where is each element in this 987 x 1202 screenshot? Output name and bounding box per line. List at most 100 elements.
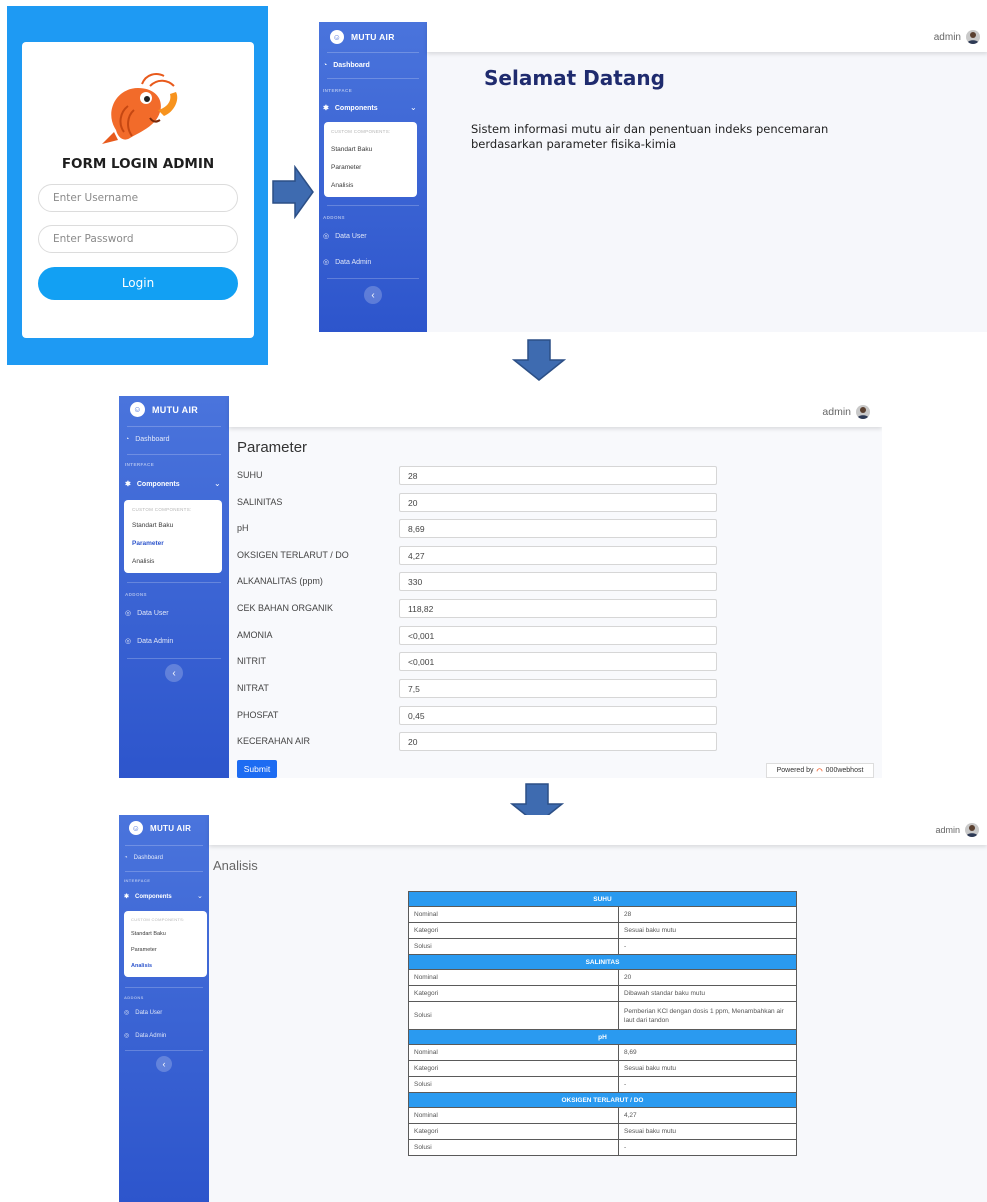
row-value: Sesuai baku mutu [618, 1123, 797, 1140]
form-row: SALINITAS 20 [237, 493, 717, 513]
row-value: Sesuai baku mutu [618, 922, 797, 939]
row-key: Nominal [408, 969, 619, 986]
menu-item-parameter[interactable]: Parameter [131, 947, 157, 953]
bahan-organik-input[interactable]: 118,82 [399, 599, 717, 618]
sidebar-item-label: Dashboard [333, 62, 370, 69]
sidebar-item-data-admin[interactable]: ◎ Data Admin [124, 1032, 166, 1040]
alkanalitas-input[interactable]: 330 [399, 572, 717, 591]
menu-item-analisis[interactable]: Analisis [131, 963, 152, 969]
arrow-down-icon [512, 339, 566, 381]
gear-icon: ✱ [125, 481, 131, 488]
arrow-right-icon [272, 165, 314, 219]
menu-item-parameter[interactable]: Parameter [132, 540, 164, 547]
dashboard-icon: ◔ [124, 855, 128, 861]
sidebar-item-data-user[interactable]: ◎ Data User [323, 232, 367, 241]
eye-icon: ◎ [125, 610, 132, 617]
sidebar-divider [125, 987, 203, 988]
user-avatar-icon[interactable] [965, 823, 979, 837]
eye-icon: ◎ [124, 1010, 130, 1016]
menu-item-analisis[interactable]: Analisis [331, 182, 353, 189]
user-name[interactable]: admin [822, 406, 851, 418]
dashboard-panel: ☺ MUTU AIR ◔ Dashboard INTERFACE ✱ Compo… [319, 22, 987, 332]
oksigen-input[interactable]: 4,27 [399, 546, 717, 565]
password-input[interactable]: Enter Password [38, 225, 238, 253]
table-row: Nominal 4,27 [408, 1107, 797, 1124]
user-name[interactable]: admin [934, 32, 961, 43]
sidebar-toggle-button[interactable]: ‹ [156, 1056, 172, 1072]
row-key: Solusi [408, 1001, 619, 1030]
form-row: pH 8,69 [237, 519, 717, 539]
sidebar-item-dashboard[interactable]: ◔ Dashboard [124, 855, 163, 861]
brand-name: MUTU AIR [351, 32, 395, 42]
login-button[interactable]: Login [38, 267, 238, 300]
menu-item-analisis[interactable]: Analisis [132, 558, 154, 565]
sidebar-item-data-admin[interactable]: ◎ Data Admin [125, 637, 173, 646]
kecerahan-input[interactable]: 20 [399, 732, 717, 751]
suhu-input[interactable]: 28 [399, 466, 717, 485]
menu-item-parameter[interactable]: Parameter [331, 164, 361, 171]
collapse-heading: CUSTOM COMPONENTS: [131, 917, 185, 922]
topbar: admin [427, 22, 987, 52]
welcome-description: Sistem informasi mutu air dan penentuan … [471, 122, 829, 151]
login-title: FORM LOGIN ADMIN [61, 156, 215, 172]
menu-item-standart-baku[interactable]: Standart Baku [131, 931, 166, 937]
sidebar-divider [327, 78, 419, 79]
sidebar-heading-addons: ADDONS [125, 592, 147, 597]
user-avatar-icon[interactable] [966, 30, 980, 44]
field-label: CEK BAHAN ORGANIK [237, 603, 334, 613]
ph-input[interactable]: 8,69 [399, 519, 717, 538]
sidebar-item-components[interactable]: ✱ Components [323, 104, 378, 113]
sidebar-item-data-user[interactable]: ◎ Data User [124, 1009, 163, 1017]
brand[interactable]: ☺ MUTU AIR [330, 30, 395, 44]
phosfat-input[interactable]: 0,45 [399, 706, 717, 725]
form-row: ALKANALITAS (ppm) 330 [237, 572, 717, 592]
menu-item-standart-baku[interactable]: Standart Baku [132, 522, 173, 529]
sidebar-toggle-button[interactable]: ‹ [364, 286, 382, 304]
brand[interactable]: ☺ MUTU AIR [129, 821, 191, 835]
sidebar-item-label: Dashboard [133, 855, 163, 861]
form-row: NITRIT <0,001 [237, 652, 717, 672]
sidebar-toggle-button[interactable]: ‹ [165, 664, 183, 682]
smile-logo-icon: ☺ [129, 821, 143, 835]
chevron-down-icon[interactable]: ⌄ [197, 892, 203, 900]
chevron-down-icon[interactable]: ⌄ [410, 103, 417, 112]
collapse-heading: CUSTOM COMPONENTS: [132, 507, 192, 512]
powered-by-badge[interactable]: Powered by ◠ 000webhost [766, 763, 874, 778]
menu-item-standart-baku[interactable]: Standart Baku [331, 146, 372, 153]
sidebar-divider [125, 845, 203, 846]
form-row: AMONIA <0,001 [237, 626, 717, 646]
sidebar-divider [327, 52, 419, 53]
field-label: ALKANALITAS (ppm) [237, 576, 323, 586]
chevron-left-icon: ‹ [371, 289, 375, 301]
row-key: Kategori [408, 1123, 619, 1140]
sidebar-heading-addons: ADDONS [323, 215, 345, 220]
chevron-down-icon[interactable]: ⌄ [214, 479, 221, 488]
form-row: KECERAHAN AIR 20 [237, 732, 717, 752]
sidebar-item-label: Components [135, 893, 172, 900]
field-label: NITRAT [237, 683, 269, 693]
user-name[interactable]: admin [935, 825, 960, 835]
topbar: admin [229, 396, 882, 427]
amonia-input[interactable]: <0,001 [399, 626, 717, 645]
nitrat-input[interactable]: 7,5 [399, 679, 717, 698]
row-key: Nominal [408, 906, 619, 923]
table-row: Nominal 8,69 [408, 1044, 797, 1061]
submit-button[interactable]: Submit [237, 760, 277, 778]
field-label: AMONIA [237, 630, 273, 640]
sidebar-item-label: Data User [135, 1009, 163, 1016]
nitrit-input[interactable]: <0,001 [399, 652, 717, 671]
sidebar-item-data-admin[interactable]: ◎ Data Admin [323, 258, 371, 267]
user-avatar-icon[interactable] [856, 404, 870, 419]
dashboard-icon: ◔ [125, 436, 130, 443]
username-input[interactable]: Enter Username [38, 184, 238, 212]
sidebar-item-dashboard[interactable]: ◔ Dashboard [125, 436, 169, 443]
brand[interactable]: ☺ MUTU AIR [130, 402, 198, 417]
salinitas-input[interactable]: 20 [399, 493, 717, 512]
sidebar-item-components[interactable]: ✱ Components [124, 893, 172, 901]
table-row: Solusi - [408, 1139, 797, 1156]
sidebar-item-dashboard[interactable]: ◔ Dashboard [323, 62, 370, 69]
sidebar-divider [327, 205, 419, 206]
row-key: Solusi [408, 1076, 619, 1093]
sidebar-item-data-user[interactable]: ◎ Data User [125, 609, 169, 618]
sidebar-item-components[interactable]: ✱ Components [125, 480, 180, 489]
